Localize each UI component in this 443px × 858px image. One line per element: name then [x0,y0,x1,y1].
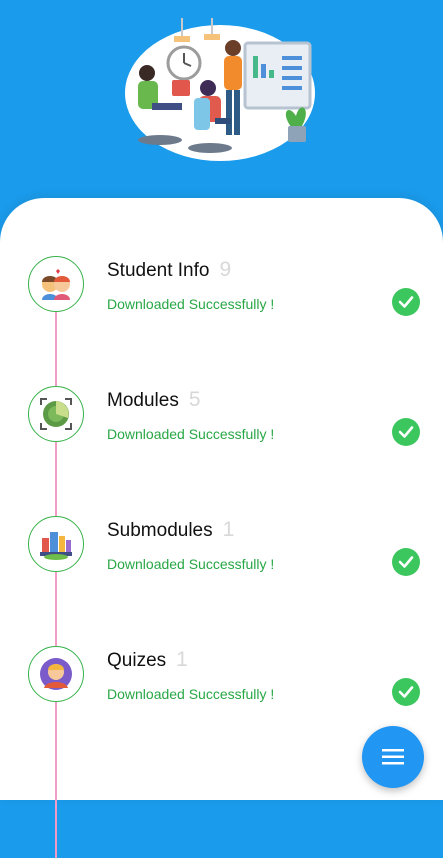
city-icon [40,532,72,560]
content-sheet: Student Info 9 Downloaded Successfully !… [0,198,443,858]
menu-fab-button[interactable] [362,726,424,788]
item-status: Downloaded Successfully ! [107,556,275,572]
item-title: Quizes [107,650,167,671]
header-banner [0,0,443,200]
menu-icon [382,749,404,765]
list-item-submodules[interactable]: Submodules 1 Downloaded Successfully ! [0,516,443,616]
timeline-node [28,646,84,702]
timeline-node [28,256,84,312]
students-icon [42,269,70,300]
item-title: Submodules [107,520,213,541]
item-title: Student Info [107,260,210,281]
timeline-node [28,516,84,572]
check-icon [392,548,420,576]
check-icon [392,678,420,706]
list-item-student-info[interactable]: Student Info 9 Downloaded Successfully ! [0,256,443,356]
item-count: 1 [176,648,188,671]
item-status: Downloaded Successfully ! [107,296,275,312]
timeline-node [28,386,84,442]
item-count: 5 [188,388,201,411]
item-count: 1 [222,518,235,541]
item-title: Modules [107,390,179,411]
item-status: Downloaded Successfully ! [107,426,275,442]
item-count: 9 [219,258,232,281]
target-icon [40,398,72,430]
check-icon [392,418,420,446]
office-illustration [125,18,315,161]
check-icon [392,288,420,316]
avatar-icon [40,658,72,690]
list-item-modules[interactable]: Modules 5 Downloaded Successfully ! [0,386,443,486]
item-status: Downloaded Successfully ! [107,686,275,702]
